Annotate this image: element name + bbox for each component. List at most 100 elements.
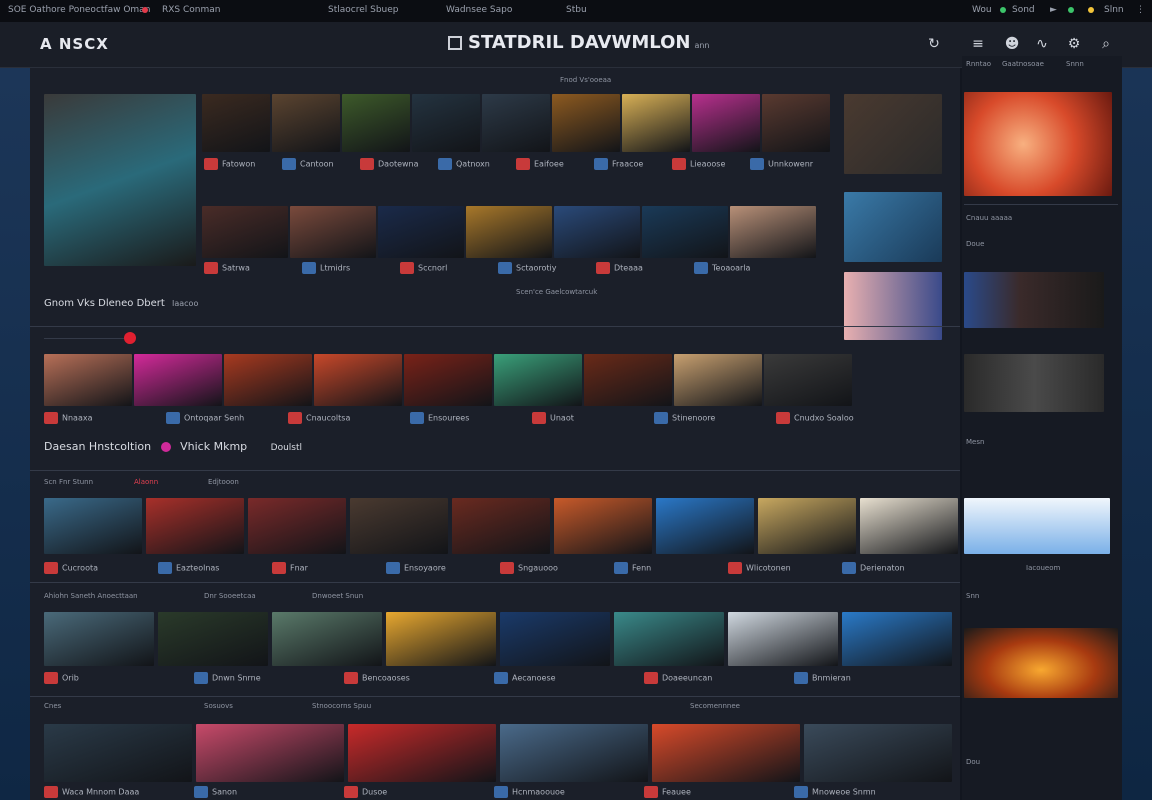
row-b-caption-7[interactable]: Wlicotonen <box>728 562 791 574</box>
featured-caption-5[interactable]: Eaifoee <box>516 158 564 170</box>
featured-thumb-b-1[interactable] <box>202 206 288 258</box>
right-tab-1[interactable]: Rnntao <box>966 60 991 68</box>
featured-thumb-b-6[interactable] <box>642 206 728 258</box>
row-c-caption-1[interactable]: Orib <box>44 672 79 684</box>
row-a-thumb-5[interactable] <box>404 354 492 406</box>
row-a-thumb-6[interactable] <box>494 354 582 406</box>
featured-thumb-2[interactable] <box>272 94 340 152</box>
row-b-thumb-5[interactable] <box>452 498 550 554</box>
row-a-thumb-3[interactable] <box>224 354 312 406</box>
featured-caption-7[interactable]: Lieaoose <box>672 158 725 170</box>
system-right-c[interactable]: Slnn <box>1104 5 1124 15</box>
featured-caption-b-2[interactable]: Ltmidrs <box>302 262 350 274</box>
side-thumb-1[interactable] <box>844 94 942 174</box>
featured-caption-4[interactable]: Qatnoxn <box>438 158 490 170</box>
row-c-thumb-7[interactable] <box>728 612 838 666</box>
featured-caption-b-4[interactable]: Sctaorotiy <box>498 262 557 274</box>
row-b-thumb-4[interactable] <box>350 498 448 554</box>
row-c-thumb-2[interactable] <box>158 612 268 666</box>
featured-caption-2[interactable]: Cantoon <box>282 158 334 170</box>
row-b-thumb-8[interactable] <box>758 498 856 554</box>
user-icon[interactable]: ☻ <box>1002 34 1022 54</box>
featured-thumb-1[interactable] <box>202 94 270 152</box>
row-b-caption-5[interactable]: Sngauooo <box>500 562 558 574</box>
row-d-thumb-4[interactable] <box>500 724 648 782</box>
featured-thumb-8[interactable] <box>692 94 760 152</box>
system-right-a[interactable]: Wou <box>972 5 992 15</box>
row-c-thumb-4[interactable] <box>386 612 496 666</box>
right-item-5[interactable]: Snn <box>966 592 979 600</box>
system-item-b[interactable]: Wadnsee Sapo <box>446 5 512 15</box>
row-b-thumb-7[interactable] <box>656 498 754 554</box>
system-menu-icon[interactable]: ⋮ <box>1136 5 1145 15</box>
row-b-caption-8[interactable]: Derienaton <box>842 562 905 574</box>
featured-thumb-5[interactable] <box>482 94 550 152</box>
row-d-caption-4[interactable]: Hcnmaoouoe <box>494 786 565 798</box>
featured-caption-6[interactable]: Fraacoe <box>594 158 643 170</box>
row-a-caption-2[interactable]: Ontoqaar Senh <box>166 412 244 424</box>
row-a-caption-7[interactable]: Cnudxo Soaloo <box>776 412 854 424</box>
row-d-caption-3[interactable]: Dusoe <box>344 786 387 798</box>
row-b-caption-1[interactable]: Cucroota <box>44 562 98 574</box>
row-c-thumb-8[interactable] <box>842 612 952 666</box>
row-a-thumb-4[interactable] <box>314 354 402 406</box>
row-a-caption-5[interactable]: Unaot <box>532 412 574 424</box>
featured-thumb-b-2[interactable] <box>290 206 376 258</box>
row-a-caption-1[interactable]: Nnaaxa <box>44 412 93 424</box>
system-right-b[interactable]: Sond <box>1012 5 1035 15</box>
featured-caption-b-5[interactable]: Dteaaa <box>596 262 643 274</box>
right-tab-3[interactable]: Snnn <box>1066 60 1084 68</box>
row-c-caption-2[interactable]: Dnwn Snrne <box>194 672 261 684</box>
featured-thumb-b-4[interactable] <box>466 206 552 258</box>
row-a-caption-3[interactable]: Cnaucoltsa <box>288 412 350 424</box>
row-b-thumb-1[interactable] <box>44 498 142 554</box>
row-b-thumb-6[interactable] <box>554 498 652 554</box>
right-item-2[interactable]: Doue <box>966 240 984 248</box>
system-item-c[interactable]: Stbu <box>566 5 587 15</box>
row-a-thumb-9[interactable] <box>764 354 852 406</box>
row-a-thumb-1[interactable] <box>44 354 132 406</box>
featured-thumb-3[interactable] <box>342 94 410 152</box>
right-thumb-2[interactable] <box>964 272 1104 328</box>
row-a-thumb-2[interactable] <box>134 354 222 406</box>
right-item-4[interactable]: Iacoueom <box>1026 564 1060 572</box>
row-b-caption-6[interactable]: Fenn <box>614 562 651 574</box>
row-d-caption-1[interactable]: Waca Mnnom Daaa <box>44 786 139 798</box>
row-d-thumb-2[interactable] <box>196 724 344 782</box>
refresh-icon[interactable]: ↻ <box>924 34 944 54</box>
featured-thumb-b-3[interactable] <box>378 206 464 258</box>
side-thumb-3[interactable] <box>844 272 942 340</box>
row-b-caption-4[interactable]: Ensoyaore <box>386 562 446 574</box>
right-thumb-3[interactable] <box>964 354 1104 412</box>
right-tab-2[interactable]: Gaatnosoae <box>1002 60 1044 68</box>
row-b-thumb-2[interactable] <box>146 498 244 554</box>
hero-thumbnail[interactable] <box>44 94 196 266</box>
featured-thumb-7[interactable] <box>622 94 690 152</box>
row-d-caption-6[interactable]: Mnoweoe Snmn <box>794 786 876 798</box>
right-thumb-1[interactable] <box>964 92 1112 196</box>
row-d-caption-2[interactable]: Sanon <box>194 786 237 798</box>
row-a-thumb-7[interactable] <box>584 354 672 406</box>
featured-caption-1[interactable]: Fatowon <box>204 158 255 170</box>
search-icon[interactable]: ⌕ <box>1096 34 1116 54</box>
row-b-caption-2[interactable]: Eazteolnas <box>158 562 219 574</box>
row-c-caption-3[interactable]: Bencoaoses <box>344 672 410 684</box>
row-d-thumb-3[interactable] <box>348 724 496 782</box>
settings-icon[interactable]: ⚙ <box>1064 34 1084 54</box>
side-thumb-2[interactable] <box>844 192 942 262</box>
row-c-thumb-1[interactable] <box>44 612 154 666</box>
featured-caption-3[interactable]: Daotewna <box>360 158 419 170</box>
right-thumb-4[interactable] <box>964 498 1110 554</box>
featured-caption-8[interactable]: Unnkowenr <box>750 158 813 170</box>
system-app-name[interactable]: RXS Conman <box>162 5 220 15</box>
app-logo[interactable]: A NSCX <box>40 35 109 53</box>
row-b-thumb-3[interactable] <box>248 498 346 554</box>
featured-thumb-b-7[interactable] <box>730 206 816 258</box>
row-c-caption-5[interactable]: Doaeeuncan <box>644 672 712 684</box>
row-d-thumb-5[interactable] <box>652 724 800 782</box>
row-b-thumb-9[interactable] <box>860 498 958 554</box>
row-a-caption-6[interactable]: Stinenoore <box>654 412 715 424</box>
right-thumb-5[interactable] <box>964 628 1118 698</box>
right-item-1[interactable]: Cnauu aaaaa <box>966 214 1012 222</box>
featured-thumb-4[interactable] <box>412 94 480 152</box>
